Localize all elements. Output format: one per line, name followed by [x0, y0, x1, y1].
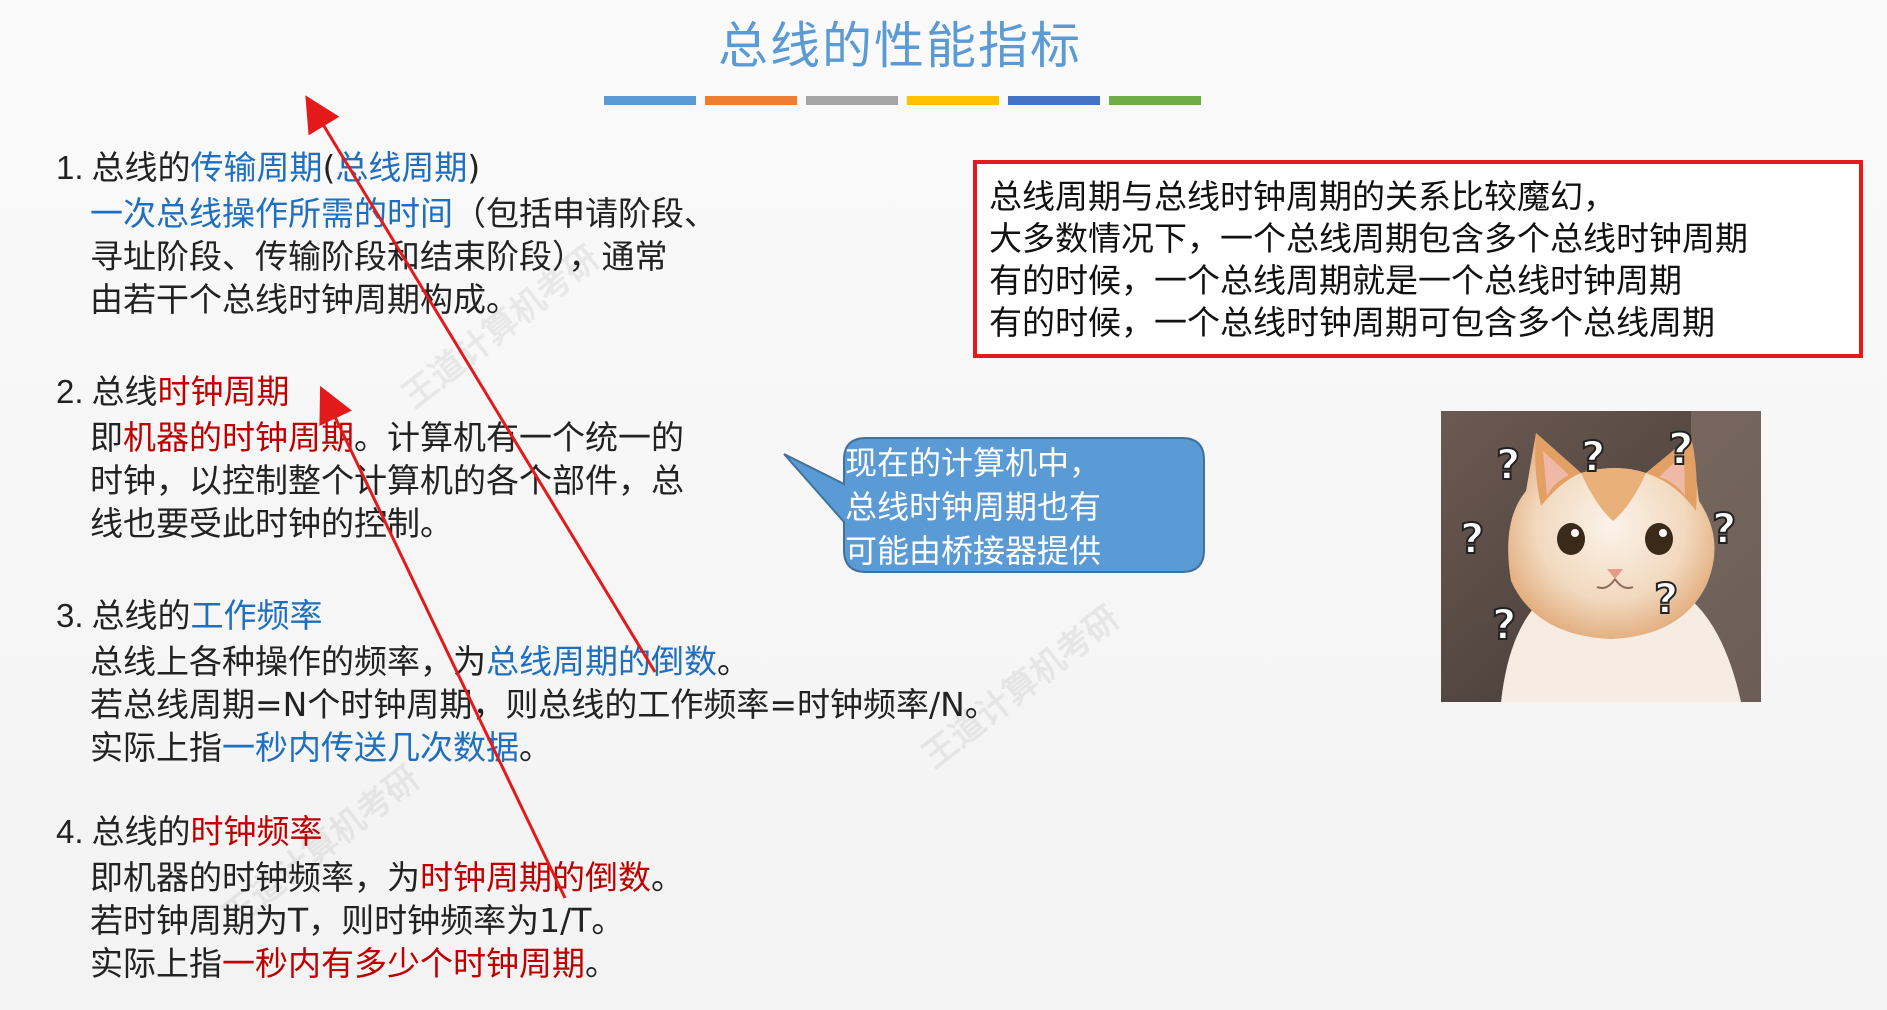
body-highlight: 总线周期的倒数	[486, 642, 717, 681]
section-body: 总线上各种操作的频率，为总线周期的倒数。 若总线周期=N个时钟周期，则总线的工作…	[90, 640, 998, 769]
slide-title: 总线的性能指标	[718, 17, 1082, 75]
section-transfer-cycle: 1. 总线的传输周期(总线周期) 一次总线操作所需的时间（包括申请阶段、 寻址阶段…	[56, 148, 717, 321]
section-clock-cycle: 2. 总线时钟周期 即机器的时钟周期。计算机有一个统一的 时钟，以控制整个计算机的…	[56, 372, 684, 545]
body-line: 线也要受此时钟的控制。	[90, 504, 453, 543]
body-text: 。	[651, 858, 684, 897]
speech-line: 现在的计算机中，	[845, 444, 1102, 482]
heading-highlight: 传输周期	[190, 148, 323, 187]
note-box: 总线周期与总线时钟周期的关系比较魔幻， 大多数情况下，一个总线周期包含多个总线时…	[973, 160, 1863, 358]
body-text: 。计算机有一个统一的	[354, 418, 684, 457]
heading-paren-highlight: 总线周期	[335, 148, 468, 187]
title-bar	[1008, 96, 1100, 105]
note-line: 有的时候，一个总线时钟周期可包含多个总线周期	[989, 303, 1715, 342]
section-body: 即机器的时钟周期。计算机有一个统一的 时钟，以控制整个计算机的各个部件，总 线也…	[90, 416, 684, 545]
section-heading: 2. 总线时钟周期	[56, 372, 684, 412]
section-number: 1.	[56, 149, 84, 186]
slide: 王道计算机考研 王道计算机考研 王道计算机考研 王道计算机考研 总线的性能指标 …	[0, 0, 1887, 1010]
body-text: 实际上指	[90, 728, 222, 767]
heading-text: 总线的	[91, 596, 191, 635]
body-highlight: 一秒内有多少个时钟周期	[222, 944, 585, 983]
body-line: 若时钟周期为T，则时钟频率为1/T。	[90, 901, 625, 940]
heading-paren-open: (	[322, 148, 336, 187]
speech-line: 总线时钟周期也有	[845, 488, 1102, 526]
body-text: 即机器的时钟频率，为	[90, 858, 420, 897]
note-line: 大多数情况下，一个总线周期包含多个总线时钟周期	[989, 219, 1748, 258]
body-highlight: 机器的时钟周期	[123, 418, 354, 457]
body-highlight: 时钟周期的倒数	[420, 858, 651, 897]
speech-line: 可能由桥接器提供	[845, 532, 1102, 570]
title-bar	[705, 96, 797, 105]
question-mark-icon: ?	[1459, 513, 1485, 564]
note-line: 有的时候，一个总线周期就是一个总线时钟周期	[989, 261, 1682, 300]
title-bar	[907, 96, 999, 105]
section-heading: 1. 总线的传输周期(总线周期)	[56, 148, 717, 188]
question-mark-icon: ?	[1653, 573, 1679, 624]
section-heading: 3. 总线的工作频率	[56, 596, 998, 636]
body-line: 寻址阶段、传输阶段和结束阶段），通常	[90, 237, 668, 276]
body-highlight: 一秒内传送几次数据	[222, 728, 519, 767]
heading-highlight: 工作频率	[190, 596, 323, 635]
note-line: 总线周期与总线时钟周期的关系比较魔幻，	[989, 177, 1616, 216]
title-bar	[1109, 96, 1201, 105]
body-text: 即	[90, 418, 123, 457]
heading-text: 总线	[91, 372, 158, 411]
section-clock-frequency: 4. 总线的时钟频率 即机器的时钟频率，为时钟周期的倒数。 若时钟周期为T，则时钟…	[56, 812, 684, 985]
body-line: 由若干个总线时钟周期构成。	[90, 280, 519, 319]
body-line: 实际上指一秒内有多少个时钟周期。	[90, 942, 684, 985]
body-text: 。	[585, 944, 618, 983]
section-heading: 4. 总线的时钟频率	[56, 812, 684, 852]
section-working-frequency: 3. 总线的工作频率 总线上各种操作的频率，为总线周期的倒数。 若总线周期=N个时…	[56, 596, 998, 769]
body-line: 即机器的时钟频率，为时钟周期的倒数。	[90, 856, 684, 899]
heading-highlight: 时钟频率	[190, 812, 323, 851]
section-number: 3.	[56, 597, 84, 634]
body-line: 时钟，以控制整个计算机的各个部件，总	[90, 461, 684, 500]
body-text: （包括申请阶段、	[453, 194, 717, 233]
body-highlight: 一次总线操作所需的时间	[90, 194, 453, 233]
question-mark-icon: ?	[1711, 503, 1737, 554]
body-text: 总线上各种操作的频率，为	[90, 642, 486, 681]
section-number: 4.	[56, 813, 84, 850]
speech-bubble-text: 现在的计算机中， 总线时钟周期也有 可能由桥接器提供	[845, 441, 1205, 573]
section-body: 即机器的时钟频率，为时钟周期的倒数。 若时钟周期为T，则时钟频率为1/T。 实际…	[90, 856, 684, 985]
question-mark-icon: ?	[1491, 599, 1517, 650]
section-body: 一次总线操作所需的时间（包括申请阶段、 寻址阶段、传输阶段和结束阶段），通常 由…	[90, 192, 717, 321]
body-line: 若总线周期=N个时钟周期，则总线的工作频率=时钟频率/N。	[90, 685, 998, 724]
question-mark-icon: ?	[1495, 439, 1521, 490]
heading-text: 总线的	[91, 812, 191, 851]
body-text: 。	[519, 728, 552, 767]
question-mark-icon: ?	[1667, 423, 1694, 476]
body-line: 一次总线操作所需的时间（包括申请阶段、	[90, 192, 717, 235]
section-number: 2.	[56, 373, 84, 410]
title-bar	[806, 96, 898, 105]
question-mark-icon: ?	[1580, 431, 1606, 482]
body-text: 。	[717, 642, 750, 681]
body-line: 总线上各种操作的频率，为总线周期的倒数。	[90, 640, 998, 683]
body-line: 实际上指一秒内传送几次数据。	[90, 726, 998, 769]
body-text: 实际上指	[90, 944, 222, 983]
heading-paren-close: )	[467, 148, 481, 187]
body-line: 即机器的时钟周期。计算机有一个统一的	[90, 416, 684, 459]
title-bar	[604, 96, 696, 105]
heading-text: 总线的	[91, 148, 191, 187]
heading-highlight: 时钟周期	[157, 372, 290, 411]
